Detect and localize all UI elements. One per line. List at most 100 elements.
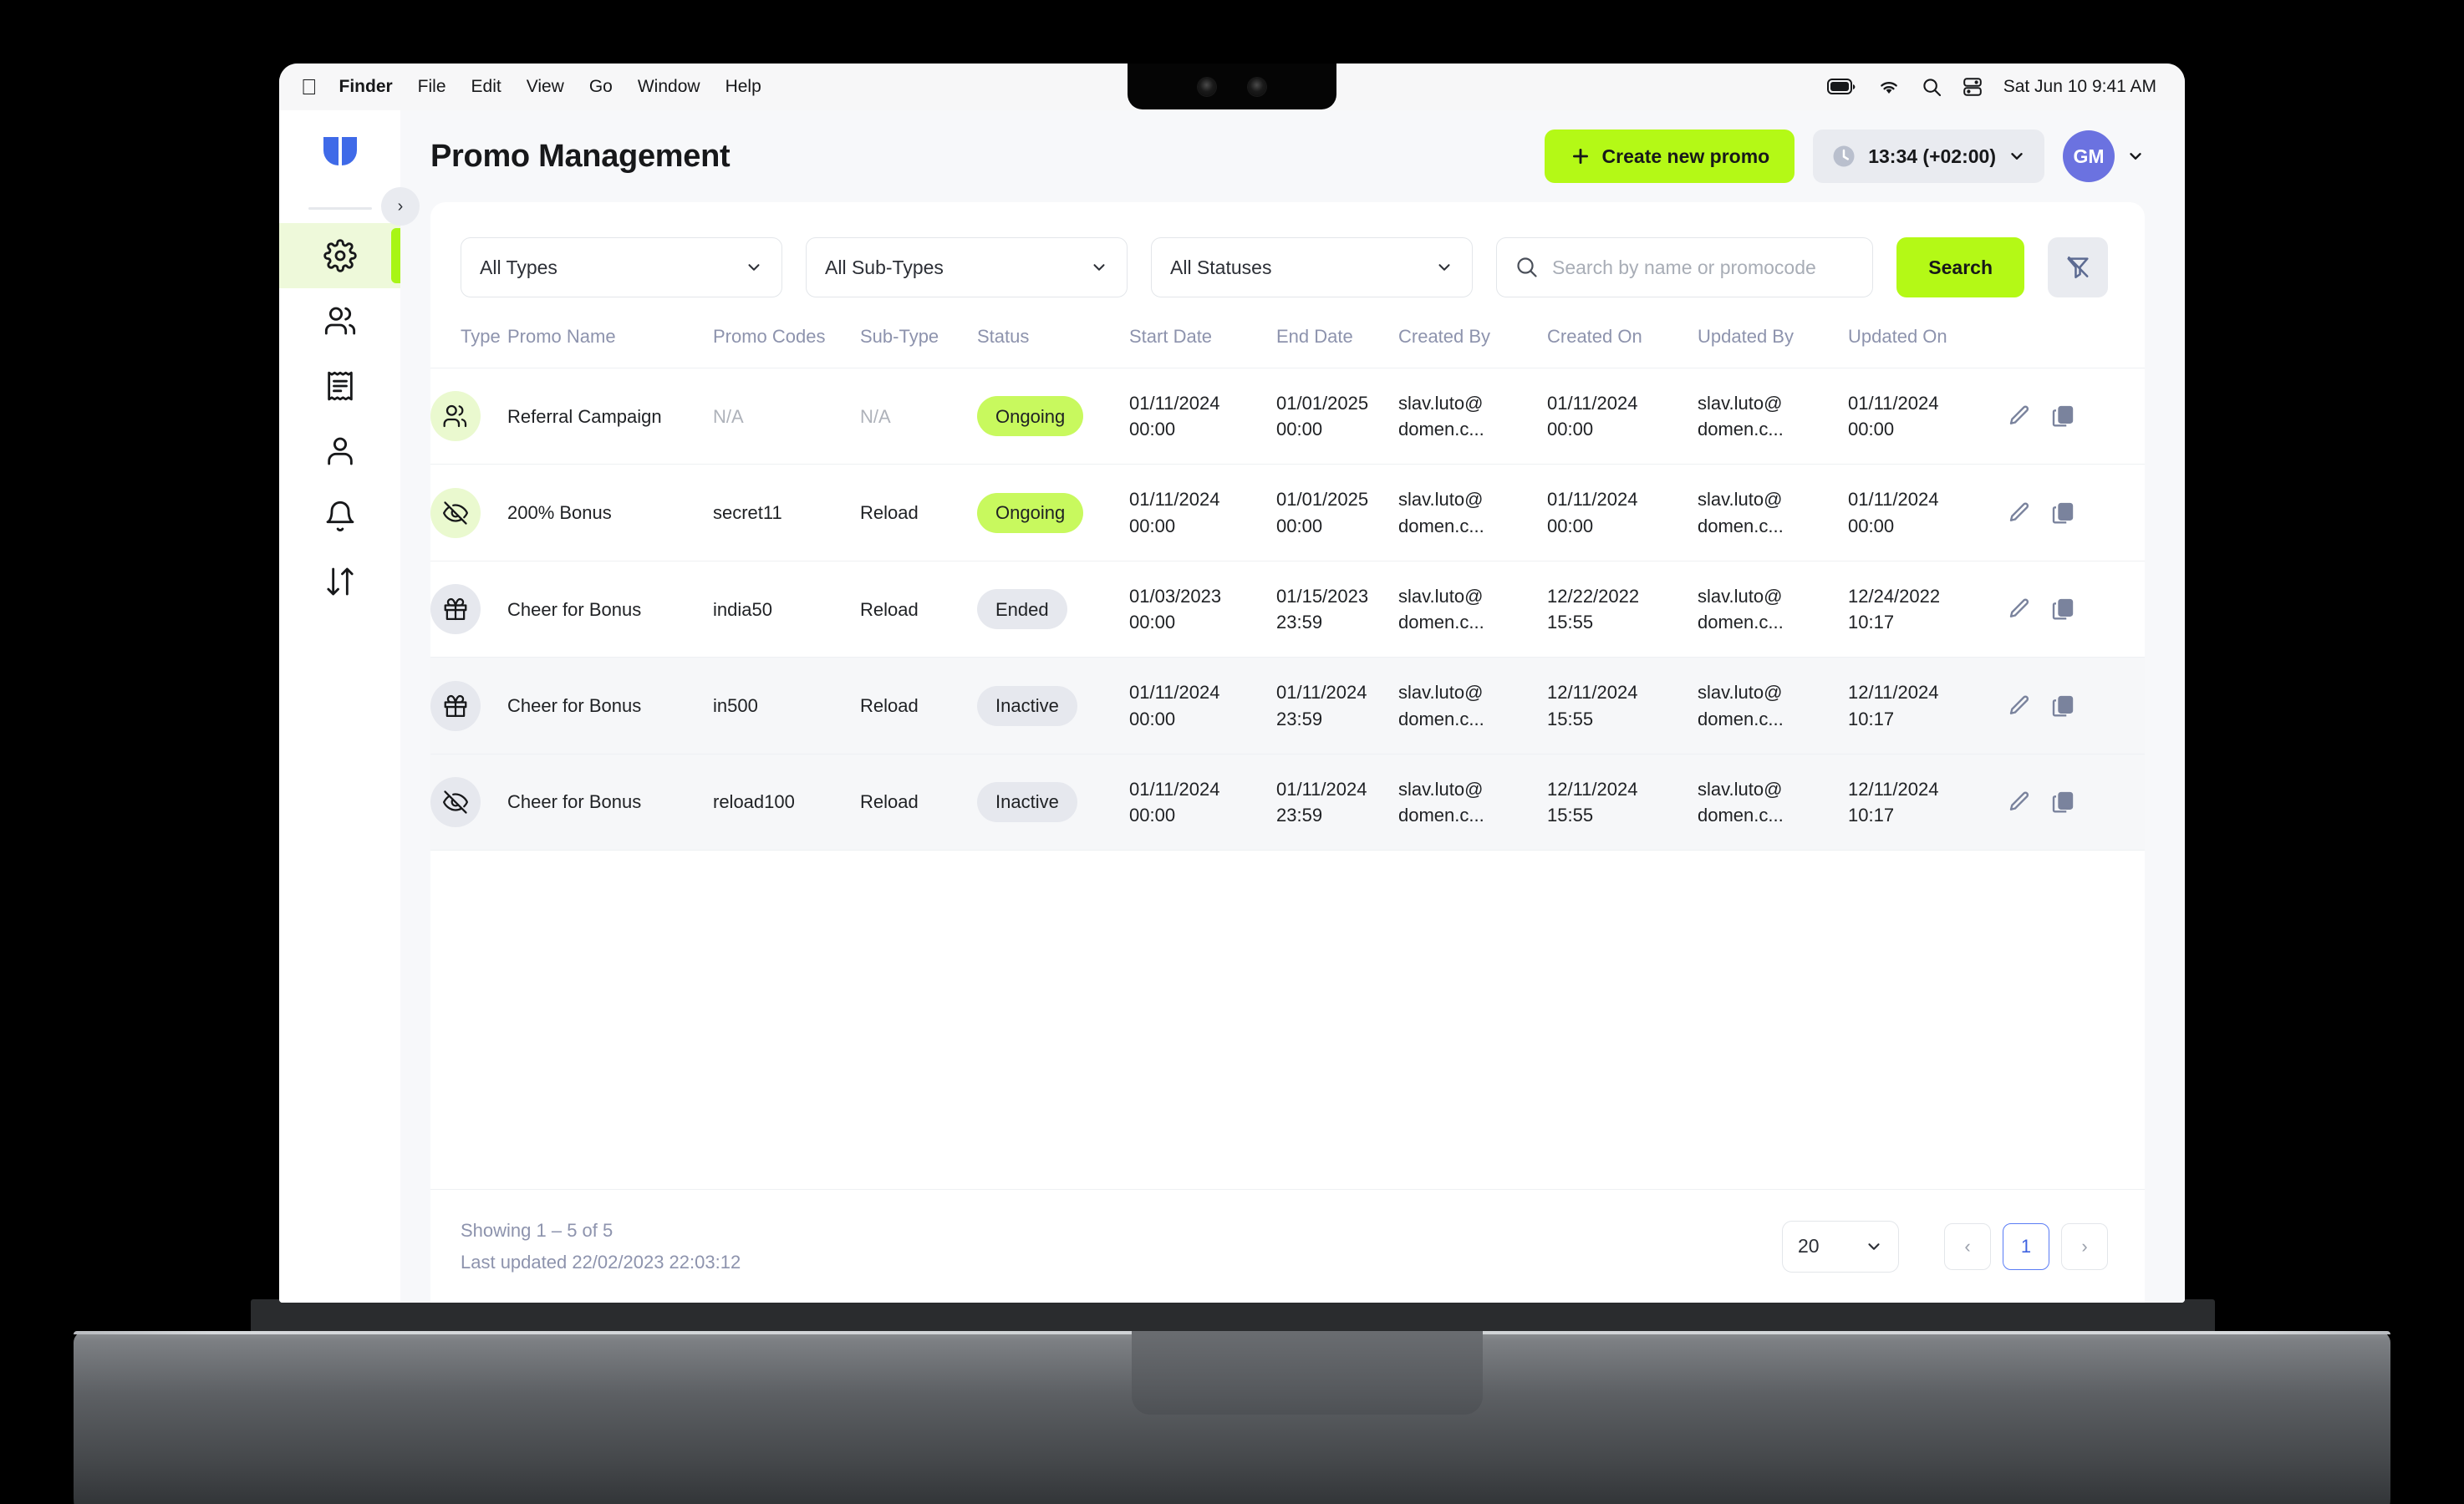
menubar-item-file[interactable]: File (418, 77, 446, 97)
status-badge: Ongoing (977, 396, 1084, 437)
app-topbar: Promo Management Create new promo 13:34 … (400, 110, 2185, 202)
clock-icon (1831, 144, 1856, 169)
laptop-screen:  Finder File Edit View Go Window Help (279, 64, 2185, 1303)
copy-icon[interactable] (2050, 790, 2075, 815)
cell-actions[interactable] (2007, 657, 2145, 755)
search-field-wrapper[interactable] (1496, 237, 1874, 297)
cell-end-date: 01/01/2025 00:00 (1276, 393, 1369, 440)
next-page-button[interactable]: › (2061, 1222, 2108, 1270)
clear-filters-button[interactable] (2048, 237, 2108, 297)
pager: ‹ 1 › (1944, 1222, 2108, 1270)
cell-sub-type: N/A (860, 405, 891, 427)
cell-promo-name: Cheer for Bonus (507, 754, 713, 851)
cell-updated-by: slav.luto@ domen.c... (1698, 489, 1784, 536)
main-area: Promo Management Create new promo 13:34 … (400, 110, 2185, 1303)
menubar-item-go[interactable]: Go (589, 77, 613, 97)
table-row[interactable]: Cheer for Bonus reload100 Reload Inactive 01… (430, 754, 2145, 851)
search-button[interactable]: Search (1896, 237, 2024, 297)
table-row[interactable]: Cheer for Bonus india50 Reload Ended 01/03/2… (430, 561, 2145, 658)
cell-sub-type: Reload (860, 657, 977, 755)
search-input[interactable] (1552, 256, 1855, 279)
cell-promo-codes: reload100 (713, 754, 860, 851)
cell-end-date: 01/11/2024 23:59 (1276, 657, 1398, 755)
cell-created-on: 12/11/2024 15:55 (1547, 657, 1698, 755)
search-icon (1515, 256, 1539, 279)
menubar-item-view[interactable]: View (527, 77, 564, 97)
cell-end-date: 01/15/2023 23:59 (1276, 585, 1369, 633)
pencil-icon[interactable] (2007, 790, 2032, 815)
cell-start-date: 01/03/2023 00:00 (1129, 585, 1222, 633)
sidebar-item-settings[interactable] (279, 223, 400, 288)
copy-icon[interactable] (2050, 404, 2075, 429)
control-center-icon[interactable] (1963, 78, 1982, 96)
sidebar-item-profile[interactable] (279, 419, 400, 484)
per-page-select[interactable]: 20 (1782, 1220, 1899, 1273)
cell-start-date: 01/11/2024 00:00 (1129, 754, 1276, 851)
table-row[interactable]: Referral Campaign N/A N/A Ongoing 01/11/2024… (430, 368, 2145, 465)
battery-icon[interactable] (1826, 79, 1856, 95)
table-row[interactable]: 200% Bonus secret11 Reload Ongoing 01/11/202… (430, 465, 2145, 561)
copy-icon[interactable] (2050, 694, 2075, 719)
search-icon[interactable] (1922, 78, 1942, 97)
sidebar-item-transactions[interactable] (279, 549, 400, 614)
filter-bar: All Types All Sub-Types All Statuses Sea… (430, 202, 2145, 326)
create-new-promo-label: Create new promo (1601, 145, 1770, 167)
sidebar-item-users[interactable] (279, 288, 400, 353)
menubar-item-window[interactable]: Window (638, 77, 700, 97)
app-logo[interactable] (313, 132, 367, 185)
copy-icon[interactable] (2050, 597, 2075, 622)
cell-updated-on: 01/11/2024 00:00 (1848, 489, 1939, 536)
laptop-base-notch (1132, 1331, 1483, 1415)
cell-promo-name: 200% Bonus (507, 502, 612, 524)
col-updated-on: Updated On (1848, 326, 1947, 347)
sidebar-item-notifications[interactable] (279, 484, 400, 549)
col-updated-by: Updated By (1698, 326, 1794, 347)
status-filter-select[interactable]: All Statuses (1151, 237, 1473, 297)
table-header-row: Type Promo Name Promo Codes Sub-Type Sta… (430, 326, 2145, 368)
screenshot-stage:  Finder File Edit View Go Window Help (0, 0, 2464, 1504)
subtype-filter-select[interactable]: All Sub-Types (806, 237, 1128, 297)
menubar-item-finder[interactable]: Finder (339, 77, 393, 97)
table-row[interactable]: Cheer for Bonus in500 Reload Inactive 01/11/… (430, 657, 2145, 755)
copy-icon[interactable] (2050, 500, 2075, 526)
cell-type (430, 465, 507, 561)
cell-actions[interactable] (2007, 465, 2145, 561)
cell-actions[interactable] (2007, 561, 2145, 657)
user-menu[interactable]: GM (2063, 130, 2145, 182)
sidebar-collapse-toggle[interactable]: › (381, 187, 420, 226)
table-footer: Showing 1 – 5 of 5 Last updated 22/02/20… (430, 1189, 2145, 1303)
cell-promo-codes: in500 (713, 657, 860, 755)
cell-created-on: 01/11/2024 00:00 (1547, 489, 1638, 536)
cell-promo-codes: secret11 (713, 502, 782, 524)
gear-icon (323, 239, 357, 272)
cell-type (430, 657, 507, 755)
menubar-item-edit[interactable]: Edit (471, 77, 501, 97)
page-button-1[interactable]: 1 (2003, 1222, 2049, 1270)
cell-actions[interactable] (2007, 368, 2145, 465)
cell-updated-by: slav.luto@ domen.c... (1698, 393, 1784, 440)
create-new-promo-button[interactable]: Create new promo (1544, 130, 1795, 183)
pencil-icon[interactable] (2007, 500, 2032, 526)
cell-actions[interactable] (2007, 754, 2145, 851)
menubar-item-help[interactable]: Help (725, 77, 761, 97)
status-badge: Inactive (977, 782, 1077, 823)
timezone-selector[interactable]: 13:34 (+02:00) (1813, 130, 2044, 183)
laptop-base (74, 1331, 2390, 1504)
sidebar-divider (308, 207, 372, 210)
prev-page-button[interactable]: ‹ (1944, 1222, 1991, 1270)
cell-start-date: 01/11/2024 00:00 (1129, 489, 1220, 536)
pencil-icon[interactable] (2007, 404, 2032, 429)
pencil-icon[interactable] (2007, 694, 2032, 719)
sidebar-item-reports[interactable] (279, 353, 400, 419)
type-filter-select[interactable]: All Types (461, 237, 782, 297)
menubar-clock[interactable]: Sat Jun 10 9:41 AM (2003, 77, 2156, 97)
referral-users-icon (430, 391, 481, 442)
user-icon (323, 434, 357, 468)
apple-icon[interactable]:  (301, 76, 318, 98)
pencil-icon[interactable] (2007, 597, 2032, 622)
cell-promo-name: Cheer for Bonus (507, 657, 713, 755)
cell-type (430, 561, 507, 657)
cell-created-by: slav.luto@ domen.c... (1398, 489, 1484, 536)
cell-updated-on: 12/11/2024 10:17 (1848, 754, 2007, 851)
wifi-icon[interactable] (1877, 79, 1901, 95)
